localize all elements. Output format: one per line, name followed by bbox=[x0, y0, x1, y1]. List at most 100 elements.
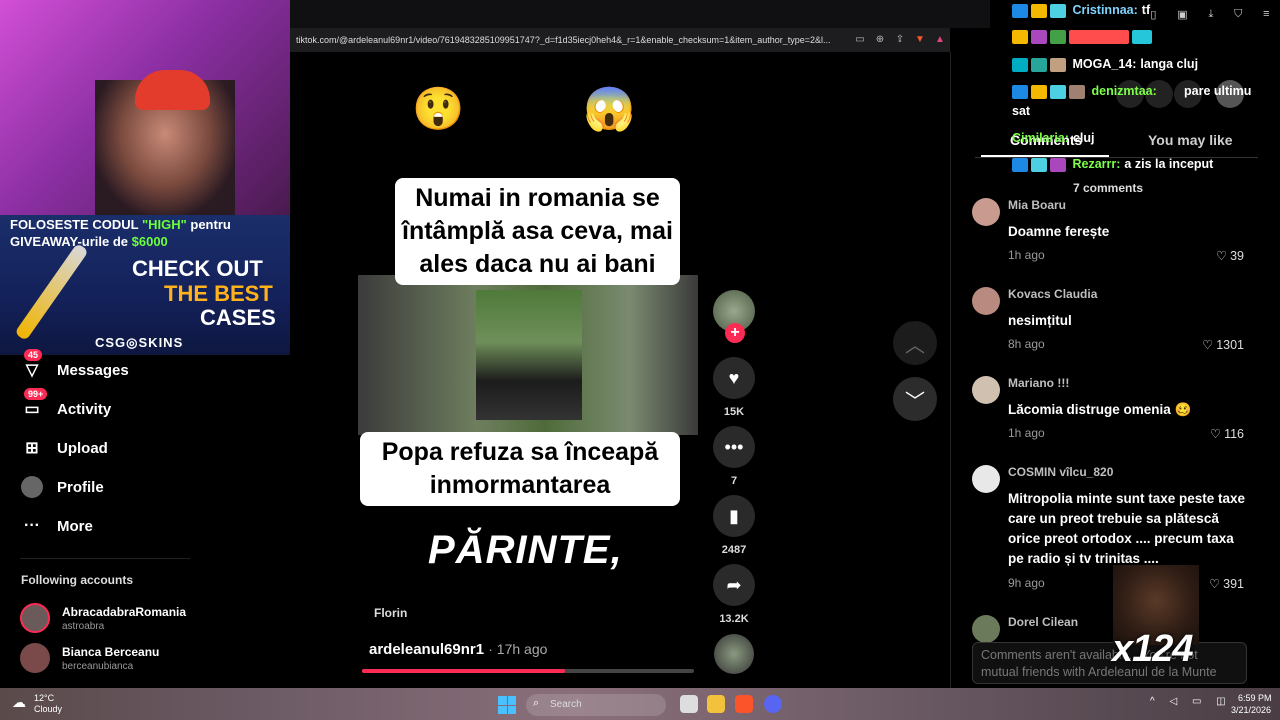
chat-badge-icon bbox=[1012, 84, 1028, 99]
weather-temp[interactable]: 12°C bbox=[34, 693, 54, 703]
brave-shield-icon[interactable]: ▼ bbox=[913, 33, 927, 47]
chat-badge-icon bbox=[1069, 29, 1129, 44]
comment-user[interactable]: Kovacs Claudia bbox=[1008, 287, 1097, 301]
avatar[interactable] bbox=[972, 615, 1000, 643]
comment-user[interactable]: Mia Boaru bbox=[1008, 198, 1066, 212]
comment-count-header: 7 comments bbox=[1073, 181, 1144, 195]
avatar[interactable] bbox=[972, 198, 1000, 226]
cast-icon[interactable]: ▭ bbox=[853, 33, 867, 47]
ad-giveaway-line: GIVEAWAY-urile de $6000 bbox=[10, 234, 168, 249]
comment-text: nesimțitul bbox=[1008, 313, 1072, 328]
sidebar-item-more[interactable]: ··· More bbox=[20, 511, 93, 541]
save-count: 2487 bbox=[721, 544, 747, 556]
url-text[interactable]: tiktok.com/@ardeleanul69nr1/video/761948… bbox=[296, 35, 850, 45]
comments-unavailable-notice: Comments aren't available... You're not … bbox=[972, 642, 1247, 684]
chat-message: Cristinnaa: tf bbox=[1012, 3, 1150, 18]
zoom-icon[interactable]: ⊕ bbox=[873, 33, 887, 47]
share-button[interactable]: ➦ 13.2K bbox=[712, 564, 756, 625]
discord-icon[interactable] bbox=[764, 695, 782, 713]
comment-like-button[interactable]: ♡ 391 bbox=[1209, 576, 1244, 591]
chat-message: Cimilaria: cluj bbox=[1012, 131, 1095, 145]
comment-user[interactable]: COSMIN vîlcu_820 bbox=[1008, 465, 1113, 479]
upload-icon: ⊞ bbox=[25, 440, 39, 457]
ad-brand-logo: CSG◎SKINS bbox=[95, 335, 184, 350]
following-accounts-title: Following accounts bbox=[21, 573, 134, 587]
like-button[interactable]: ♥ 15K bbox=[712, 357, 756, 418]
screen: tiktok.com/@ardeleanul69nr1/video/761948… bbox=[0, 0, 1280, 720]
author-name[interactable]: ardeleanul69nr1 bbox=[369, 641, 484, 658]
chevron-down-icon: ﹀ bbox=[905, 390, 925, 413]
ad-code-line: FOLOSESTE CODUL "HIGH" pentru bbox=[10, 217, 231, 232]
account-handle: astroabra bbox=[62, 620, 105, 632]
tab-you-may-like[interactable]: You may like bbox=[1148, 132, 1233, 148]
music-disc[interactable] bbox=[714, 634, 754, 674]
taskbar-search[interactable]: Search bbox=[526, 694, 666, 716]
file-icon[interactable] bbox=[680, 695, 698, 713]
ad-cases: CASES bbox=[200, 305, 276, 330]
comment-item[interactable]: Kovacs Claudia nesimțitul 8h ago ♡ 1301 bbox=[972, 287, 1252, 357]
screaming-emoji: 😱 bbox=[583, 85, 636, 132]
windows-start-icon[interactable] bbox=[498, 696, 516, 714]
reaction-multiplier: x124 bbox=[1112, 628, 1194, 670]
comment-like-button[interactable]: ♡ 39 bbox=[1216, 248, 1244, 263]
chat-badge-icon bbox=[1031, 29, 1047, 44]
activity-icon: ▭ 99+ bbox=[20, 388, 48, 421]
caption-top: Numai in romania se întâmplă asa ceva, m… bbox=[395, 178, 680, 285]
avatar[interactable] bbox=[972, 287, 1000, 315]
wallet-icon[interactable]: ▣ bbox=[1177, 8, 1187, 21]
next-video-button[interactable]: ﹀ bbox=[893, 377, 937, 421]
follow-plus-icon[interactable]: + bbox=[725, 323, 745, 343]
speaker-label: Florin bbox=[374, 606, 408, 620]
clock-date[interactable]: 3/21/2026 bbox=[1231, 705, 1271, 715]
save-button[interactable]: ▮ 2487 bbox=[712, 495, 756, 556]
comment-like-button[interactable]: ♡ 116 bbox=[1210, 426, 1244, 441]
activity-badge: 99+ bbox=[24, 388, 48, 400]
avatar[interactable] bbox=[972, 376, 1000, 404]
chat-message-continued: sat bbox=[1012, 104, 1031, 118]
video-frame-center bbox=[476, 290, 582, 420]
sidebar-item-activity[interactable]: ▭ 99+ Activity bbox=[20, 388, 112, 424]
download-icon[interactable]: ⤓ bbox=[1208, 8, 1213, 21]
comment-button[interactable]: ••• 7 bbox=[712, 426, 756, 487]
chevron-up-icon: ︿ bbox=[905, 334, 925, 357]
sidebar-item-label: More bbox=[57, 517, 93, 535]
streamer-hat bbox=[135, 70, 210, 110]
heart-outline-icon: ♡ bbox=[1209, 427, 1222, 441]
weather-condition[interactable]: Cloudy bbox=[34, 704, 62, 714]
comment-item[interactable]: Mariano !!! Lăcomia distruge omenia 🥴 1h… bbox=[972, 376, 1252, 446]
search-icon: ⌕ bbox=[533, 697, 540, 709]
sidebar-item-label: Activity bbox=[57, 400, 112, 418]
system-tray[interactable]: ^ ◁ ▭ ◫ bbox=[1150, 696, 1232, 707]
shield-icon[interactable]: ⛉ bbox=[1234, 8, 1242, 21]
chat-badge-icon bbox=[1031, 57, 1047, 72]
menu-icon[interactable]: ≡ bbox=[1263, 8, 1269, 20]
shocked-emoji: 😲 bbox=[412, 85, 465, 132]
account-handle: berceanubianca bbox=[62, 660, 134, 672]
avatar[interactable] bbox=[972, 465, 1000, 493]
cloud-icon[interactable]: ☁ bbox=[12, 694, 26, 711]
comment-user[interactable]: Dorel Cilean bbox=[1008, 615, 1078, 629]
video-author[interactable]: ardeleanul69nr1 · 17h ago bbox=[369, 641, 547, 658]
comment-item[interactable]: COSMIN vîlcu_820 Mitropolia minte sunt t… bbox=[972, 465, 1252, 595]
folder-icon[interactable] bbox=[707, 695, 725, 713]
chat-badge-icon bbox=[1050, 157, 1066, 172]
following-account[interactable]: AbracadabraRomania astroabra bbox=[20, 603, 186, 633]
brave-icon[interactable] bbox=[735, 695, 753, 713]
ad-the-best: THE BEST bbox=[164, 281, 273, 306]
comment-user[interactable]: Mariano !!! bbox=[1008, 376, 1069, 390]
comment-item[interactable]: Mia Boaru Doamne ferește 1h ago ♡ 39 bbox=[972, 198, 1252, 268]
chat-message: denizmtaa: bbox=[1012, 84, 1161, 99]
sidebar-item-upload[interactable]: ⊞ Upload bbox=[20, 433, 108, 463]
share-icon[interactable]: ⇪ bbox=[893, 33, 907, 47]
sidebar-item-profile[interactable]: Profile bbox=[20, 472, 104, 502]
post-time: · 17h ago bbox=[488, 641, 548, 657]
previous-video-button[interactable]: ︿ bbox=[893, 321, 937, 365]
more-dots-icon: ··· bbox=[24, 517, 40, 534]
rewards-icon[interactable]: ▲ bbox=[933, 33, 947, 47]
comment-like-button[interactable]: ♡ 1301 bbox=[1202, 337, 1244, 352]
sidebar-toggle-icon[interactable]: ▯ bbox=[1150, 8, 1156, 21]
following-account[interactable]: Bianca Berceanu berceanubianca bbox=[20, 643, 159, 673]
clock-time[interactable]: 6:59 PM bbox=[1238, 693, 1272, 703]
sidebar-item-messages[interactable]: ▽ 45 Messages bbox=[20, 349, 129, 385]
address-bar[interactable]: tiktok.com/@ardeleanul69nr1/video/761948… bbox=[290, 28, 950, 52]
